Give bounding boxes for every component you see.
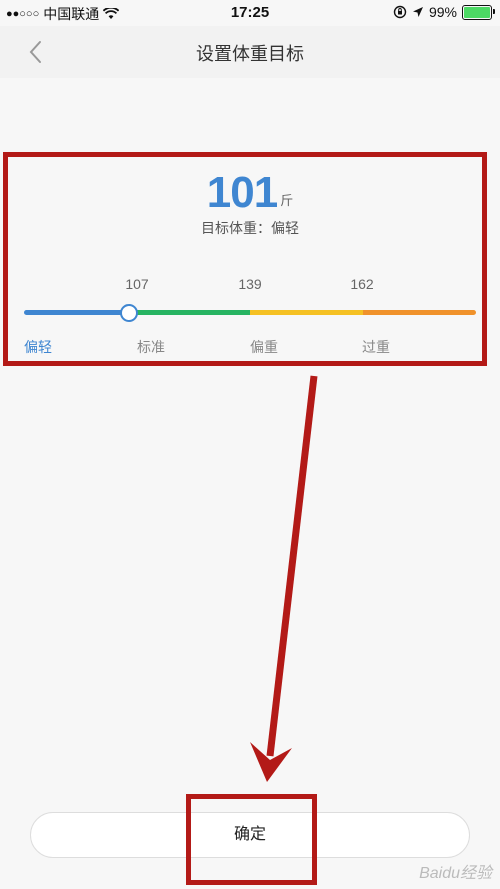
orientation-lock-icon [393,5,407,19]
annotation-arrow-icon [250,375,318,782]
battery-percent: 99% [428,4,457,20]
annotation-frame-scale [3,152,487,366]
page-title: 设置体重目标 [196,44,304,64]
screen: ●●○○○ 中国联通 17:25 99% 设置体重目标 101 斤 目标体重：偏… [0,0,500,889]
annotation-frame-confirm [186,794,317,885]
status-right: 99% [393,4,495,20]
watermark: Baidu经验 [419,865,492,882]
status-bar: ●●○○○ 中国联通 17:25 99% [0,0,500,26]
location-arrow-icon [412,7,423,17]
battery-icon [462,4,495,20]
battery-fill [464,6,490,18]
nav-bar: 设置体重目标 [0,26,500,78]
